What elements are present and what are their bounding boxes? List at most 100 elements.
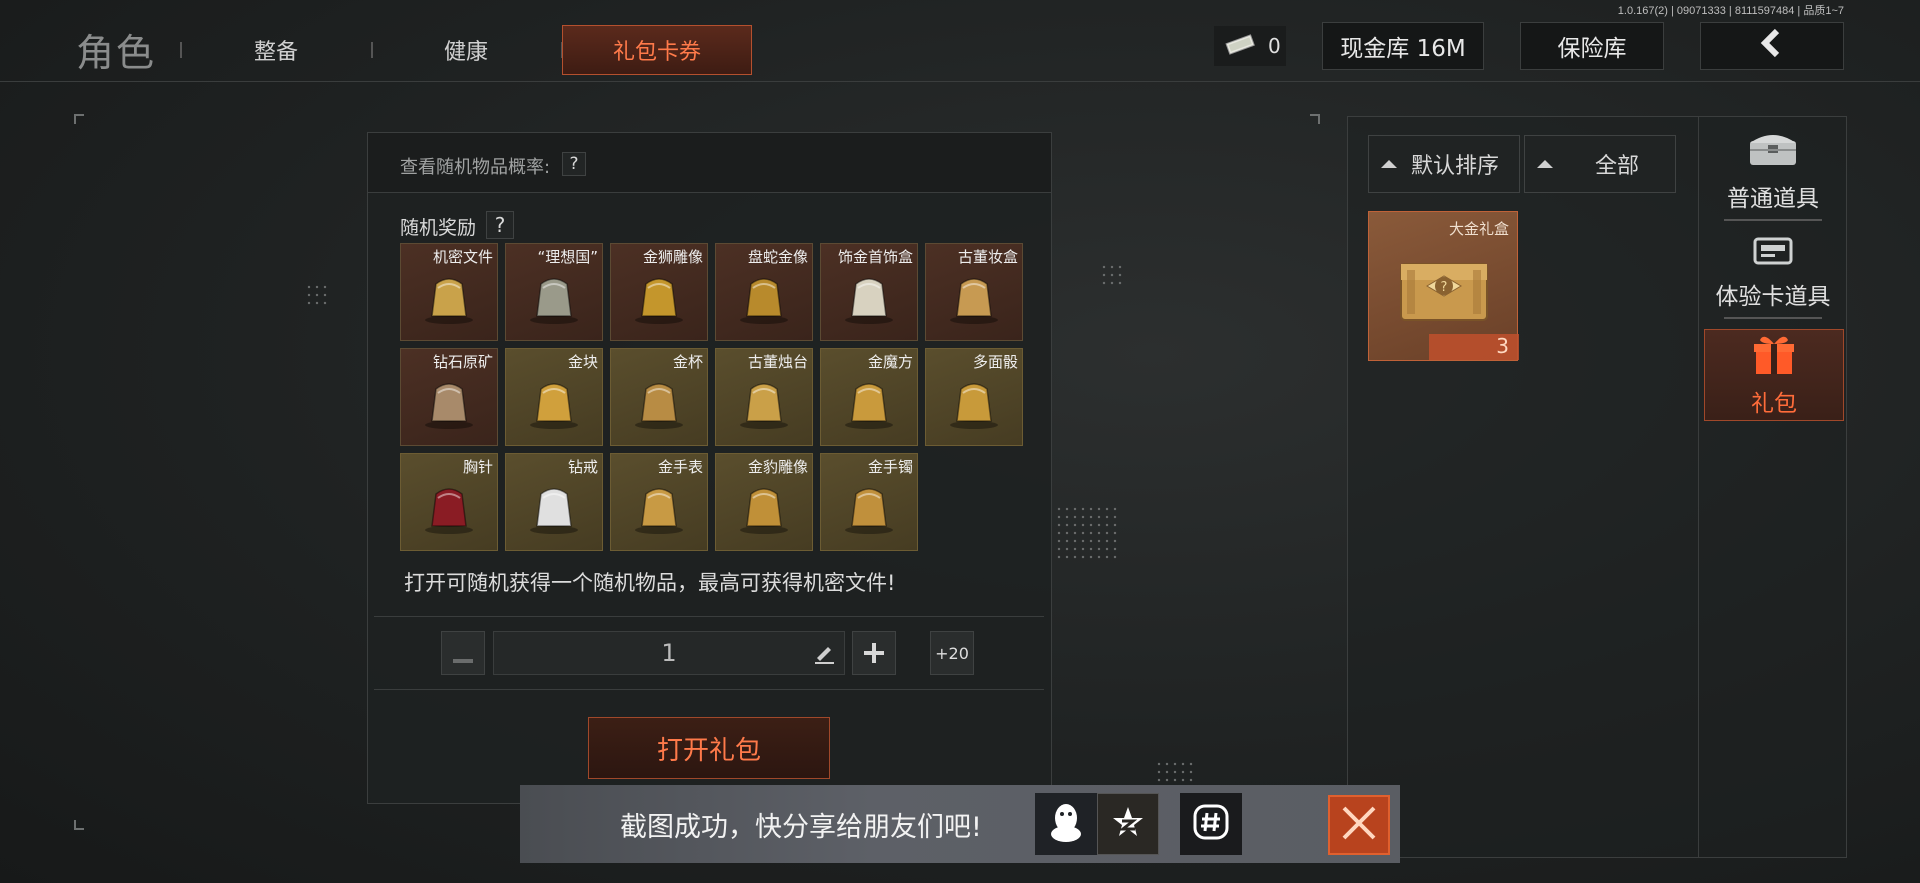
reward-item-name: 金狮雕像 — [642, 248, 703, 266]
plus-icon — [864, 636, 884, 671]
reward-help-button[interactable]: ? — [486, 211, 514, 239]
close-icon — [1340, 804, 1378, 846]
gift-count: 3 — [1496, 334, 1509, 358]
frame-corner — [1310, 114, 1320, 124]
category-label: 普通道具 — [1727, 186, 1819, 212]
caret-up-icon — [1537, 160, 1553, 168]
gift-item-card[interactable]: 大金礼盒 ? 3 — [1368, 211, 1519, 361]
qq-penguin-icon — [1048, 802, 1084, 846]
treasure-icon — [418, 480, 480, 540]
treasure-icon — [943, 270, 1005, 330]
reward-item[interactable]: 金杯 — [610, 348, 708, 446]
increase-button[interactable] — [852, 631, 896, 675]
treasure-icon — [523, 480, 585, 540]
reward-item[interactable]: 胸针 — [400, 453, 498, 551]
divider — [374, 689, 1044, 690]
reward-item-name: 胸针 — [462, 458, 493, 476]
reward-item-name: 古董妆盒 — [957, 248, 1018, 266]
quantity-input[interactable]: 1 — [493, 631, 845, 675]
reward-item[interactable]: 饰金首饰盒 — [820, 243, 918, 341]
safe-button[interactable]: 保险库 — [1520, 22, 1664, 70]
chevron-left-icon — [1757, 28, 1787, 64]
reward-item[interactable]: 钻戒 — [505, 453, 603, 551]
hashtag-icon — [1192, 803, 1230, 845]
filter-label: 全部 — [1595, 154, 1640, 179]
open-gift-button[interactable]: 打开礼包 — [588, 717, 830, 779]
gift-description: 打开可随机获得一个随机物品，最高可获得机密文件! — [404, 571, 896, 595]
treasure-icon — [943, 375, 1005, 435]
tab-separator — [371, 42, 373, 58]
reward-item[interactable]: “理想国” — [505, 243, 603, 341]
screenshot-share-toast: 截图成功，快分享给朋友们吧! — [520, 785, 1400, 863]
cash-vault-label: 现金库 16M — [1340, 36, 1466, 62]
sort-dropdown[interactable]: 默认排序 — [1368, 135, 1520, 193]
page-title: 角色 — [76, 31, 157, 75]
qq-share-button[interactable] — [1035, 793, 1097, 855]
reward-item[interactable]: 金手镯 — [820, 453, 918, 551]
reward-label: 随机奖励 — [400, 217, 477, 239]
tab-label: 礼包卡券 — [612, 40, 701, 65]
reward-item[interactable]: 机密文件 — [400, 243, 498, 341]
tab-gift-coupons[interactable]: 礼包卡券 — [562, 25, 752, 75]
treasure-icon — [523, 375, 585, 435]
decrease-button[interactable] — [441, 631, 485, 675]
treasure-icon — [733, 480, 795, 540]
treasure-icon — [838, 375, 900, 435]
decor-dots — [1055, 505, 1119, 561]
version-text: 1.0.167(2) | 09071333 | 8111597484 | 品质1… — [1617, 5, 1844, 17]
reward-item[interactable]: 钻石原矿 — [400, 348, 498, 446]
panel-divider — [1698, 117, 1699, 857]
tab-health[interactable]: 健康 — [386, 26, 546, 74]
reward-item[interactable]: 金魔方 — [820, 348, 918, 446]
probability-link[interactable]: 查看随机物品概率: — [400, 153, 550, 179]
currency-display: 0 — [1214, 26, 1286, 66]
category-common-items[interactable]: 普通道具 — [1703, 131, 1843, 227]
quantity-value: 1 — [661, 639, 677, 667]
reward-item[interactable]: 盘蛇金像 — [715, 243, 813, 341]
reward-item[interactable]: 多面骰 — [925, 348, 1023, 446]
treasure-icon — [628, 480, 690, 540]
tab-label: 健康 — [443, 40, 488, 65]
tab-equipment[interactable]: 整备 — [196, 26, 356, 74]
divider — [374, 616, 1044, 617]
cash-icon — [1224, 33, 1256, 60]
category-underline — [1724, 317, 1822, 319]
reward-item-name: 饰金首饰盒 — [837, 248, 913, 266]
reward-item[interactable]: 金狮雕像 — [610, 243, 708, 341]
reward-item-name: 金豹雕像 — [747, 458, 808, 476]
treasure-icon — [838, 480, 900, 540]
sort-label: 默认排序 — [1411, 154, 1500, 179]
reward-item[interactable]: 古董烛台 — [715, 348, 813, 446]
qzone-share-button[interactable] — [1097, 793, 1159, 855]
treasure-icon — [418, 375, 480, 435]
reward-item-name: 金魔方 — [867, 353, 913, 371]
decor-dots — [1155, 760, 1195, 784]
reward-item-name: 机密文件 — [432, 248, 493, 266]
category-label: 礼包 — [1751, 391, 1797, 417]
back-button[interactable] — [1700, 22, 1844, 70]
currency-value: 0 — [1268, 34, 1281, 58]
filter-dropdown[interactable]: 全部 — [1524, 135, 1676, 193]
add-twenty-button[interactable]: +20 — [930, 631, 974, 675]
cash-vault-button[interactable]: 现金库 16M — [1322, 22, 1484, 70]
add-twenty-label: +20 — [935, 643, 969, 663]
safe-label: 保险库 — [1557, 36, 1627, 62]
reward-item[interactable]: 金手表 — [610, 453, 708, 551]
edit-icon — [812, 641, 836, 671]
probability-help-button[interactable]: ? — [562, 152, 586, 176]
toast-close-button[interactable] — [1328, 795, 1390, 855]
reward-item-name: 古董烛台 — [747, 353, 808, 371]
category-gift-packs[interactable]: 礼包 — [1704, 329, 1844, 421]
frame-corner — [74, 820, 84, 830]
category-trial-cards[interactable]: 体验卡道具 — [1703, 235, 1843, 331]
reward-item[interactable]: 古董妆盒 — [925, 243, 1023, 341]
topic-share-button[interactable] — [1180, 793, 1242, 855]
treasure-icon — [628, 375, 690, 435]
help-mark: ? — [494, 213, 506, 237]
gift-detail-dialog: 查看随机物品概率: ? 随机奖励 ? 打开可随机获得一个随机物品，最高可获得机密… — [367, 132, 1052, 804]
frame-corner — [74, 114, 84, 124]
reward-item-name: 钻戒 — [567, 458, 598, 476]
help-mark: ? — [569, 154, 579, 174]
reward-item[interactable]: 金块 — [505, 348, 603, 446]
reward-item[interactable]: 金豹雕像 — [715, 453, 813, 551]
